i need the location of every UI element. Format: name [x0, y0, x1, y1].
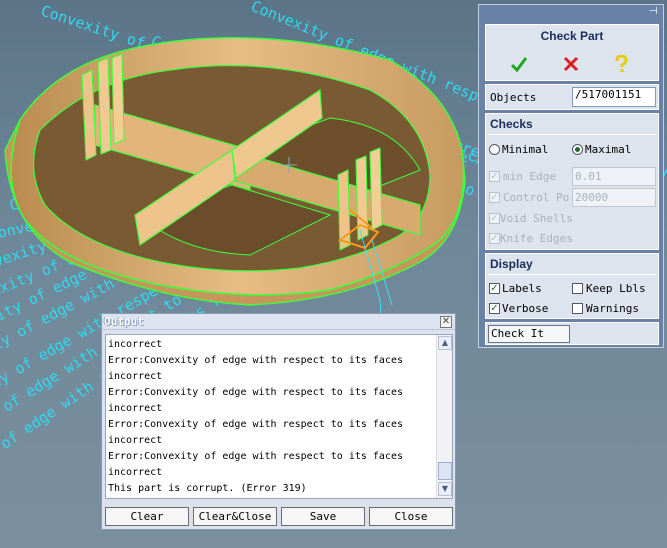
warnings-checkbox[interactable] [572, 303, 583, 314]
pin-icon[interactable]: ⊣ [649, 7, 659, 17]
close-button[interactable]: Close [369, 507, 453, 526]
output-line: incorrect [108, 339, 163, 350]
output-log[interactable]: incorrect Error:Convexity of edge with re… [105, 334, 453, 499]
verbose-label: Verbose [502, 302, 549, 315]
keep-lbls-checkbox[interactable] [572, 283, 583, 294]
output-line: Error:Convexity of edge with respect to … [108, 451, 404, 462]
part-rib [369, 147, 383, 231]
panel-title: Check Part [540, 29, 604, 43]
objects-field[interactable]: /517001151 [572, 87, 656, 107]
min-edge-field[interactable]: 0.01 [572, 167, 656, 186]
void-shells-checkbox[interactable]: ✓ [489, 213, 500, 224]
objects-label: Objects [490, 91, 537, 104]
panel-header: Check Part [485, 24, 659, 81]
void-shells-label: Void Shells [500, 212, 573, 225]
maximal-radio[interactable] [572, 144, 583, 155]
minimal-label: Minimal [502, 143, 549, 156]
cancel-button[interactable] [558, 52, 584, 76]
checks-heading: Checks [490, 117, 533, 131]
labels-checkbox[interactable]: ✓ [489, 283, 500, 294]
scroll-thumb[interactable] [438, 462, 452, 480]
output-lines: incorrect Error:Convexity of edge with re… [108, 337, 438, 497]
knife-edges-checkbox[interactable]: ✓ [489, 233, 500, 244]
divider [488, 274, 656, 275]
control-points-label: Control Po: [503, 191, 576, 204]
output-line: Error:Convexity of edge with respect to … [108, 387, 404, 398]
close-icon[interactable]: ✕ [440, 316, 452, 328]
labels-label: Labels [502, 282, 542, 295]
part-rib [111, 53, 125, 145]
min-edge-checkbox[interactable]: ✓ [489, 171, 500, 182]
vertical-scrollbar[interactable]: ▲ ▼ [436, 335, 452, 498]
app-window: Convexity of edge with respect to its fa… [0, 0, 667, 548]
keep-lbls-label: Keep Lbls [586, 282, 646, 295]
ok-button[interactable] [506, 52, 532, 76]
objects-row: Objects /517001151 [485, 84, 659, 110]
check-part-panel: ⊣ Check Part Objects /517001151 Checks M… [478, 4, 664, 348]
help-icon [615, 55, 628, 72]
check-it-row: Check It [485, 322, 659, 345]
output-line: Error:Convexity of edge with respect to … [108, 355, 404, 366]
output-line: Error:Convexity of edge with respect to … [108, 419, 404, 430]
knife-edges-label: Knife Edges [500, 232, 573, 245]
scroll-up-icon[interactable]: ▲ [438, 336, 452, 350]
save-button[interactable]: Save [281, 507, 365, 526]
output-buttons: Clear Clear&Close Save Close [102, 507, 455, 527]
minimal-radio[interactable] [489, 144, 500, 155]
ok-icon [510, 57, 528, 72]
output-line: incorrect [108, 435, 163, 446]
check-it-button[interactable]: Check It [488, 325, 570, 343]
divider [488, 134, 656, 135]
output-line: This part is corrupt. (Error 319) [108, 483, 307, 494]
output-titlebar[interactable]: Output ✕ [102, 314, 455, 330]
output-line: incorrect [108, 467, 163, 478]
verbose-checkbox[interactable]: ✓ [489, 303, 500, 314]
maximal-label: Maximal [585, 143, 632, 156]
output-dialog: Output ✕ incorrect Error:Convexity of edg… [101, 313, 456, 530]
warnings-label: Warnings [586, 302, 639, 315]
clear-close-button[interactable]: Clear&Close [193, 507, 277, 526]
clear-button[interactable]: Clear [105, 507, 189, 526]
output-line: incorrect [108, 403, 163, 414]
help-button[interactable] [608, 52, 634, 76]
display-section: Display ✓ Labels Keep Lbls ✓ Verbose War… [485, 253, 659, 319]
control-points-field[interactable]: 20000 [572, 188, 656, 207]
display-heading: Display [490, 257, 533, 271]
checks-section: Checks Minimal Maximal ✓ min Edge 0.01 ✓… [485, 113, 659, 250]
output-line: incorrect [108, 371, 163, 382]
scroll-down-icon[interactable]: ▼ [438, 482, 452, 496]
control-points-checkbox[interactable]: ✓ [489, 192, 500, 203]
output-title: Output [104, 315, 144, 328]
cancel-icon [563, 56, 579, 72]
min-edge-label: min Edge [503, 170, 556, 183]
